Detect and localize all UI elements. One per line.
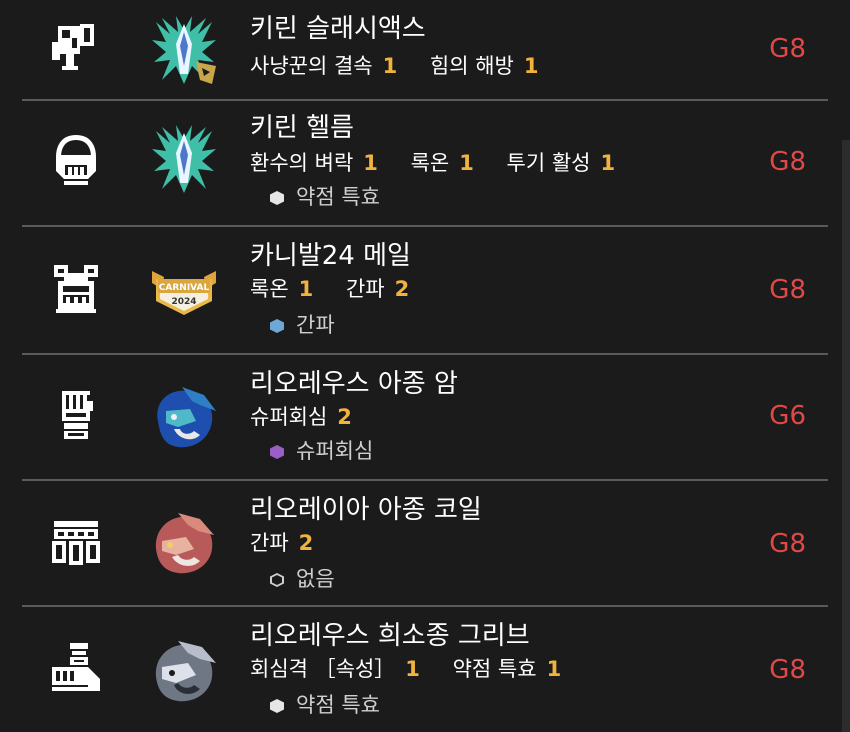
skill: 록온 1	[250, 277, 313, 301]
equipment-name: 리오레이아 아종 코일	[250, 495, 482, 525]
skill-name: 약점 특효	[452, 657, 537, 681]
skill-name: 투기 활성	[506, 151, 591, 175]
skill-name: 록온	[410, 151, 450, 175]
equipment-row-chest[interactable]: CARNIVAL 2024 카니발24 메일 록온 1 간파 2 간파 G8	[22, 227, 828, 353]
decoration-name: 간파	[296, 313, 335, 337]
skill-name: 간파	[250, 531, 289, 555]
skill-list: 간파 2	[250, 529, 339, 557]
skill-name: 록온	[250, 277, 289, 301]
arm-gauntlet-icon	[48, 387, 104, 443]
badge-year: 2024	[171, 297, 196, 307]
skill: 투기 활성 1	[507, 151, 616, 175]
skill-level: 2	[337, 405, 352, 429]
skill: 록온 1	[411, 151, 474, 175]
skill-name: 회심격 ［속성］	[250, 657, 396, 681]
skill-name: 환수의 벼락	[250, 151, 354, 175]
rarity-rank: G8	[769, 529, 806, 559]
helm-icon	[48, 131, 104, 187]
kirin-icon	[148, 123, 220, 195]
skill-level: 1	[298, 277, 314, 301]
decoration-name: 약점 특효	[296, 693, 380, 717]
decoration-hex-icon	[270, 699, 284, 713]
equipment-name: 카니발24 메일	[250, 241, 411, 271]
rarity-rank: G8	[769, 147, 806, 177]
decoration-slot[interactable]: 없음	[270, 565, 335, 593]
rarity-rank: G8	[769, 275, 806, 305]
weapon-charge-blade-icon	[48, 18, 104, 74]
equipment-name: 키린 헬름	[250, 113, 354, 143]
equipment-name: 리오레우스 아종 암	[250, 369, 458, 399]
skill: 간파 2	[346, 277, 409, 301]
decoration-slot[interactable]: 약점 특효	[270, 183, 380, 211]
decoration-hex-icon	[270, 191, 284, 205]
equipment-list: 키린 슬래시액스 사냥꾼의 결속 1 힘의 해방 1 G8 키린 헬름 환수의 …	[0, 0, 850, 732]
decoration-slot[interactable]: 약점 특효	[270, 691, 380, 719]
pink-rathian-icon	[148, 507, 220, 579]
empty-decoration-hex-icon	[270, 573, 284, 587]
skill-level: 1	[382, 54, 398, 78]
waist-coil-icon	[48, 513, 104, 569]
decoration-hex-icon	[270, 445, 284, 459]
silver-rathalos-icon	[148, 635, 220, 707]
skill: 힘의 해방 1	[430, 54, 539, 78]
kirin-icon	[148, 14, 220, 86]
legs-greaves-icon	[48, 639, 104, 695]
skill: 회심격 ［속성］ 1	[250, 657, 420, 681]
skill-level: 2	[394, 277, 410, 301]
decoration-name: 없음	[296, 567, 335, 591]
badge-text: CARNIVAL	[159, 283, 210, 293]
azure-rathalos-icon	[148, 381, 220, 453]
equipment-name: 키린 슬래시액스	[250, 14, 426, 44]
skill: 사냥꾼의 결속 1	[250, 54, 397, 78]
skill-level: 1	[405, 657, 420, 681]
decoration-slot[interactable]: 간파	[270, 311, 335, 339]
skill: 간파 2	[250, 531, 313, 555]
skill-name: 사냥꾼의 결속	[250, 54, 373, 78]
skill-level: 1	[546, 657, 562, 681]
decoration-name: 슈퍼회심	[296, 439, 374, 463]
skill-list: 슈퍼회심 2	[250, 403, 378, 431]
skill-list: 회심격 ［속성］ 1 약점 특효 1	[250, 655, 587, 683]
equipment-row-waist[interactable]: 리오레이아 아종 코일 간파 2 없음 G8	[22, 481, 828, 605]
skill-name: 슈퍼회심	[250, 405, 328, 429]
scrollbar[interactable]	[842, 140, 850, 732]
skill-list: 사냥꾼의 결속 1 힘의 해방 1	[250, 52, 565, 80]
carnival-2024-badge-icon: CARNIVAL 2024	[148, 257, 220, 329]
rarity-rank: G6	[769, 401, 806, 431]
equipment-row-weapon[interactable]: 키린 슬래시액스 사냥꾼의 결속 1 힘의 해방 1 G8	[22, 0, 828, 99]
skill-level: 1	[459, 151, 474, 175]
skill-level: 1	[523, 54, 539, 78]
skill-level: 2	[298, 531, 314, 555]
chest-armor-icon	[48, 261, 104, 317]
skill-level: 1	[600, 151, 616, 175]
skill-name: 힘의 해방	[429, 54, 514, 78]
rarity-rank: G8	[769, 34, 806, 64]
equipment-row-arms[interactable]: 리오레우스 아종 암 슈퍼회심 2 슈퍼회심 G6	[22, 355, 828, 479]
skill-list: 환수의 벼락 1 록온 1 투기 활성 1	[250, 149, 641, 177]
equipment-name: 리오레우스 희소종 그리브	[250, 621, 530, 651]
skill: 환수의 벼락 1	[250, 151, 378, 175]
rarity-rank: G8	[769, 655, 806, 685]
decoration-name: 약점 특효	[296, 185, 380, 209]
skill: 약점 특효 1	[453, 657, 562, 681]
decoration-hex-icon	[270, 319, 284, 333]
skill-level: 1	[363, 151, 378, 175]
skill: 슈퍼회심 2	[250, 405, 352, 429]
equipment-row-head[interactable]: 키린 헬름 환수의 벼락 1 록온 1 투기 활성 1 약점 특효 G8	[22, 101, 828, 225]
decoration-slot[interactable]: 슈퍼회심	[270, 437, 373, 465]
skill-list: 록온 1 간파 2	[250, 275, 435, 303]
equipment-row-legs[interactable]: 리오레우스 희소종 그리브 회심격 ［속성］ 1 약점 특효 1 약점 특효 G8	[22, 607, 828, 732]
skill-name: 간파	[345, 277, 385, 301]
